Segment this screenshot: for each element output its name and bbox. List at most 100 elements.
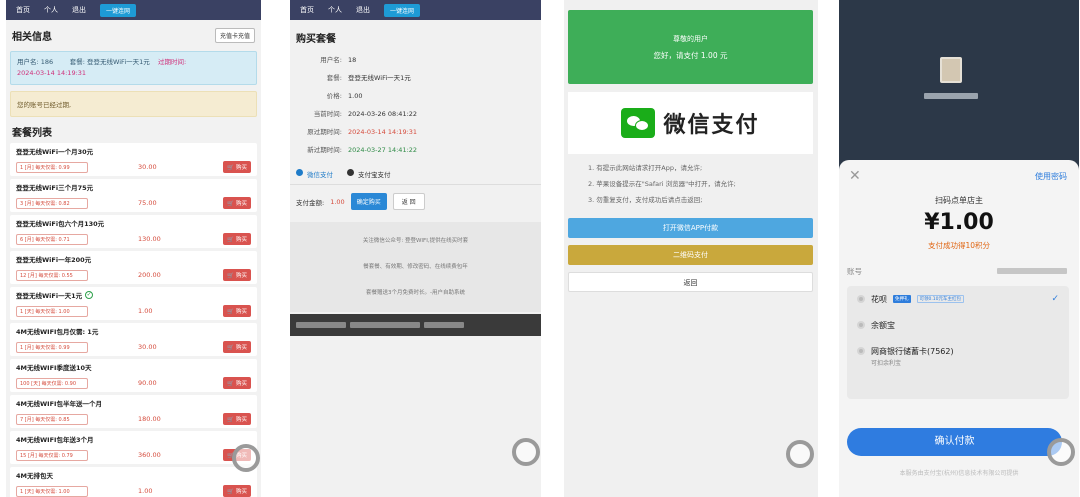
field-current-time: 当前时间: 2024-03-26 08:41:22 [290,105,541,123]
nav-personal[interactable]: 个人 [44,5,58,15]
buy-button[interactable]: 🛒 购买 [223,305,251,317]
plan-item: 登登无线WiFi一天1元 ✓ 1 [天] 每天仅需: 1.00 1.00 🛒 购买 [10,287,257,320]
nav-logout[interactable]: 退出 [356,5,370,15]
plan-item: 登登无线WiFi包六个月130元 6 [月] 每天仅需: 0.71 130.00 🛒… [10,215,257,248]
plan-item: 登登无线WiFi一年200元 12 [月] 每天仅需: 0.55 200.00 🛒 … [10,251,257,284]
confirm-payment-button[interactable]: 确认付款 [847,428,1062,456]
plan-name: 登登无线WiFi三个月75元 [16,184,94,192]
qrcode-pay-button[interactable]: 二维码支付 [568,245,813,265]
top-nav: 首页 个人 退出 一键连网 [290,0,541,20]
field-value: 1.00 [348,92,363,100]
back-button[interactable]: 返回 [568,272,813,292]
plan-name-row: 登登无线WiFi一天1元 ✓ [16,290,251,300]
plan-name: 4M无线WIFI包年送3个月 [16,436,94,444]
buy-button[interactable]: 🛒 购买 [223,269,251,281]
field-label: 原过期时间: [307,128,342,136]
method-name: 网商银行储蓄卡(7562) [871,346,954,356]
plan-price: 1.00 [138,487,153,495]
redacted-block [424,322,464,328]
account-label: 账号 [847,267,862,276]
amount-row: 支付金额: 1.00 确定购买 返 回 [290,185,541,218]
tab-alipay[interactable]: 支付宝支付 [347,169,391,184]
buy-button[interactable]: 🛒 购买 [223,161,251,173]
nav-quick-connect[interactable]: 一键连网 [100,3,137,17]
buy-button[interactable]: 🛒 购买 [223,413,251,425]
plan-tag: 100 [天] 每天仅需: 0.90 [16,377,88,389]
back-button[interactable]: 返 回 [392,193,425,210]
recharge-card-button[interactable]: 充值卡充值 [214,28,255,43]
buy-button[interactable]: 🛒 购买 [223,377,251,389]
field-label: 价格: [326,92,342,100]
assistive-touch-icon[interactable] [1047,438,1075,466]
screen-alipay-confirm: ✕ 使用密码 扫码点单店主 ¥1.00 支付成功得10积分 账号 花呗 免押礼 … [839,0,1079,497]
plan-tag: 15 [月] 每天仅需: 0.79 [16,449,88,461]
plan-tag: 6 [月] 每天仅需: 0.71 [16,233,88,245]
method-yuebao[interactable]: 余额宝 [847,312,1069,338]
field-price: 价格: 1.00 [290,87,541,105]
instruction-step: 1. 有提示此网站请求打开App，请允许; [588,164,703,172]
plan-item: 4M无线WIFI包年送3个月 15 [月] 每天仅需: 0.79 360.00 🛒 … [10,431,257,464]
plan-item: 4M无线WIFI季度送10天 100 [天] 每天仅需: 0.90 90.00 🛒 … [10,359,257,392]
nav-logout[interactable]: 退出 [72,5,86,15]
buy-button[interactable]: 🛒 购买 [223,341,251,353]
tab-wechat-pay[interactable]: 微信支付 [296,169,333,184]
expired-warning: 您的账号已经过期, [10,91,257,117]
section-title-info: 相关信息 [12,32,52,43]
amount-label: 支付金额: [296,198,325,207]
redacted-bar [290,314,541,336]
nav-personal[interactable]: 个人 [328,5,342,15]
method-huabei[interactable]: 花呗 免押礼 可领0.10元车主红包 ✓ [847,286,1069,312]
field-label: 新过期时间: [307,146,342,154]
payment-sheet: ✕ 使用密码 扫码点单店主 ¥1.00 支付成功得10积分 账号 花呗 免押礼 … [839,160,1079,497]
notice-line: 餐套餐、有效期、修改密码、在线续费包年 [363,264,468,270]
redacted-block [296,322,346,328]
use-password-link[interactable]: 使用密码 [1035,171,1067,182]
buy-button[interactable]: 🛒 购买 [223,233,251,245]
checkmark-icon: ✓ [1051,294,1059,304]
nav-quick-connect[interactable]: 一键连网 [384,3,421,17]
buy-button[interactable]: 🛒 购买 [223,197,251,209]
confirm-purchase-button[interactable]: 确定购买 [350,193,387,210]
amount-value: 1.00 [330,197,345,206]
method-name: 余额宝 [871,320,895,330]
buy-label: 购买 [235,165,247,171]
tab-label: 支付宝支付 [358,171,391,179]
close-icon[interactable]: ✕ [849,168,861,184]
plan-price: 30.00 [138,163,157,171]
plan-price: 200.00 [138,271,161,279]
assistive-touch-icon[interactable] [786,440,814,468]
plan-tag: 1 [天] 每天仅需: 1.00 [16,485,88,497]
nav-home[interactable]: 首页 [300,5,314,15]
avatar [940,57,962,83]
payment-tabs: 微信支付 支付宝支付 [290,159,541,185]
buy-label: 购买 [235,237,247,243]
wechat-icon [296,169,303,176]
plan-tag: 1 [月] 每天仅需: 0.99 [16,341,88,353]
plan-item: 登登无线WiFi三个月75元 3 [月] 每天仅需: 0.82 75.00 🛒 购买 [10,179,257,212]
screen-account-info: 首页 个人 退出 一键连网 相关信息 充值卡充值 用户名: 186 套餐: 登登… [6,0,261,497]
reward-points: 支付成功得10积分 [927,241,991,250]
top-nav: 首页 个人 退出 一键连网 [6,0,261,20]
plan-price: 90.00 [138,379,157,387]
buy-button[interactable]: 🛒 购买 [223,485,251,497]
plan-name: 4M无线WIFI包半年送一个月 [16,400,102,408]
instruction-step: 3. 勿重复支付，支付成功后请点击返回; [588,196,703,204]
alipay-icon [347,169,354,176]
method-badge: 免押礼 [893,295,911,303]
plan-name: 登登无线WiFi一年200元 [16,256,92,264]
service-footer: 本服务由支付宝(杭州)信息技术有限公司提供 [899,470,1019,477]
redacted-username [924,93,978,99]
instruction-step: 2. 苹果设备提示在"Safari 浏览器"中打开，请允许; [588,180,736,188]
open-wechat-button[interactable]: 打开微信APP付款 [568,218,813,238]
field-value: 2024-03-27 14:41:22 [348,146,418,154]
plan-price: 360.00 [138,451,161,459]
assistive-touch-icon[interactable] [232,444,260,472]
field-label: 当前时间: [313,110,342,118]
assistive-touch-icon[interactable] [512,438,540,466]
nav-home[interactable]: 首页 [16,5,30,15]
field-username: 用户名: 18 [290,51,541,69]
method-name: 花呗 [871,294,887,304]
field-old-expire: 原过期时间: 2024-03-14 14:19:31 [290,123,541,141]
field-value: 18 [348,56,357,64]
plan-name: 登登无线WiFi一个月30元 [16,148,94,156]
